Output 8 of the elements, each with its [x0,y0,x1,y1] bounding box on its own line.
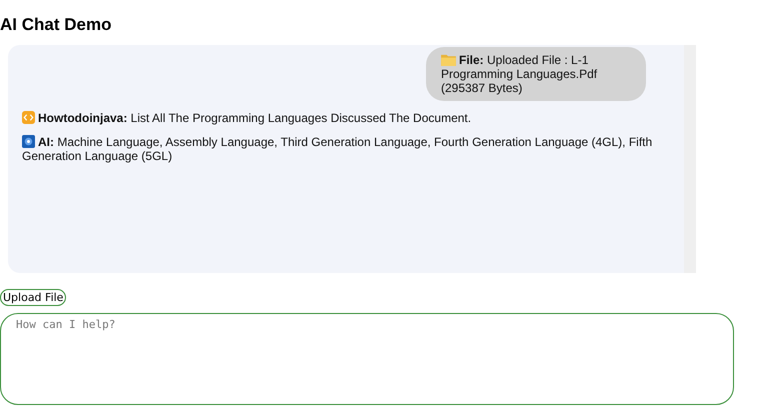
ai-message: AI: Machine Language, Assembly Language, Third Generation Language, Fourth Generation Language (4GL), Fifth Generation Language (5GL) [22,135,654,163]
user-message: Howtodoinjava: List All The Programming Languages Discussed The Document. [22,111,670,125]
message-input[interactable]: How can I help? [0,313,734,405]
upload-file-button[interactable]: Upload File [0,289,66,306]
page-title: AI Chat Demo [0,15,112,35]
folder-icon [441,53,456,66]
file-message: File: Uploaded File : L-1 Programming Languages.Pdf (295387 Bytes) [426,47,646,101]
code-icon [22,111,35,124]
